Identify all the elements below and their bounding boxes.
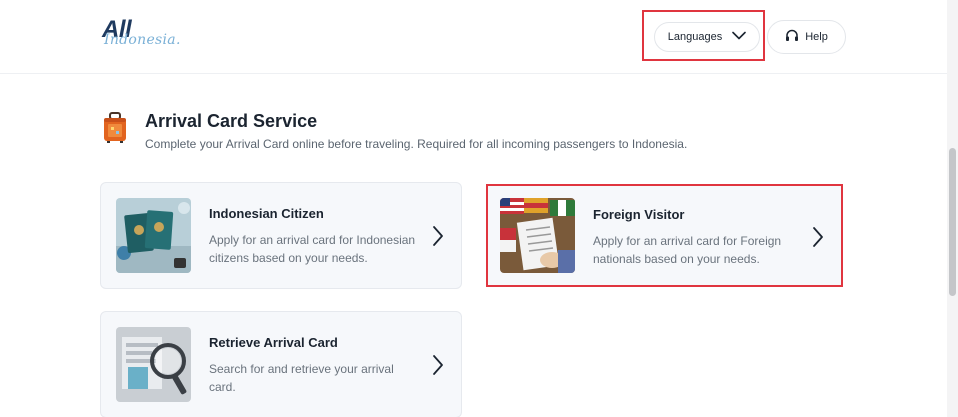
scrollbar-thumb[interactable] <box>949 148 956 296</box>
section-title: Arrival Card Service <box>145 111 318 131</box>
card-title: Foreign Visitor <box>593 207 685 222</box>
section-subtitle: Complete your Arrival Card online before… <box>145 137 688 151</box>
search-documents-image <box>116 327 191 402</box>
foreign-visitor-card[interactable]: Foreign Visitor Apply for an arrival car… <box>486 184 843 287</box>
card-description: Apply for an arrival card for Indonesian… <box>209 233 416 265</box>
help-button[interactable]: Help <box>767 20 846 54</box>
card-description: Apply for an arrival card for Foreign na… <box>593 234 782 266</box>
chevron-right-icon <box>431 354 445 376</box>
card-description: Search for and retrieve your arrival car… <box>209 362 394 394</box>
passport-image <box>116 198 191 273</box>
suitcase-icon <box>102 112 128 144</box>
all-indonesia-logo[interactable]: All Indonesia. <box>100 16 190 56</box>
logo-indonesia-text: Indonesia. <box>104 32 181 48</box>
indonesian-citizen-card[interactable]: Indonesian Citizen Apply for an arrival … <box>100 182 462 289</box>
languages-button[interactable]: Languages <box>654 22 760 52</box>
card-title: Indonesian Citizen <box>209 206 324 221</box>
flags-document-image <box>500 198 575 273</box>
card-title: Retrieve Arrival Card <box>209 335 338 350</box>
retrieve-arrival-card-card[interactable]: Retrieve Arrival Card Search for and ret… <box>100 311 462 417</box>
chevron-down-icon <box>732 31 747 43</box>
help-label: Help <box>805 31 828 43</box>
site-header: All Indonesia. Languages Help <box>0 0 947 74</box>
chevron-right-icon <box>811 226 825 248</box>
headphones-icon <box>785 29 799 45</box>
languages-label: Languages <box>667 31 723 43</box>
chevron-right-icon <box>431 225 445 247</box>
